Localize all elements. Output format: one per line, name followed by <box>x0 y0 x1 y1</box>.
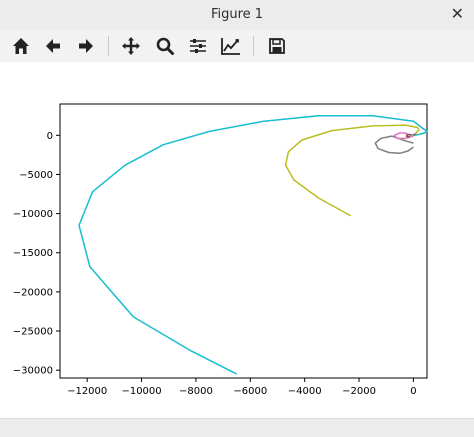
title-bar: Figure 1 ✕ <box>0 0 474 31</box>
x-tick-label: −8000 <box>179 386 213 397</box>
subplots-button[interactable] <box>185 33 211 59</box>
x-tick-label: −12000 <box>67 386 107 397</box>
toolbar-separator <box>108 36 109 56</box>
home-button[interactable] <box>8 33 34 59</box>
save-button[interactable] <box>264 33 290 59</box>
figure-canvas[interactable]: −12000 −10000 −8000 −6000 −4000 −2000 0 0 −5000… <box>0 62 474 418</box>
toolbar-separator <box>253 36 254 56</box>
x-axis: −12000 −10000 −8000 −6000 −4000 −2000 0 <box>67 378 417 397</box>
y-tick-label: −20000 <box>13 287 53 298</box>
x-tick-label: −4000 <box>288 386 322 397</box>
y-tick-label: −30000 <box>13 366 53 377</box>
move-icon <box>122 37 140 55</box>
line-chart: −12000 −10000 −8000 −6000 −4000 −2000 0 0−5000… <box>13 103 428 397</box>
magnifier-icon <box>156 37 174 55</box>
x-tick-label: −2000 <box>342 386 376 397</box>
x-tick-label: −6000 <box>233 386 267 397</box>
x-tick-label: −10000 <box>121 386 161 397</box>
edit-axis-button[interactable] <box>218 33 244 59</box>
forward-button[interactable] <box>73 33 99 59</box>
arrow-left-icon <box>46 39 60 53</box>
series-line-7 <box>413 134 416 137</box>
y-tick-label: −15000 <box>13 248 53 259</box>
y-tick-label: −10000 <box>13 209 53 220</box>
y-tick-label: −5000 <box>19 170 53 181</box>
back-button[interactable] <box>40 33 66 59</box>
status-bar <box>0 418 474 437</box>
home-icon <box>13 38 29 54</box>
y-tick-label: −25000 <box>13 327 53 338</box>
toolbar <box>0 30 474 62</box>
zoom-button[interactable] <box>152 33 178 59</box>
sliders-icon <box>190 39 206 53</box>
x-tick-label: 0 <box>410 386 416 397</box>
floppy-disk-icon <box>269 38 285 54</box>
y-tick-label: 0 <box>47 131 53 142</box>
close-icon[interactable]: ✕ <box>451 4 464 23</box>
y-axis: 0 −5000 −10000 −15000 −20000 −25000 −30000 <box>13 131 60 377</box>
window-title: Figure 1 <box>210 7 264 22</box>
pan-button[interactable] <box>118 33 144 59</box>
axes-frame <box>59 103 428 379</box>
chart-line-icon <box>221 38 240 55</box>
arrow-right-icon <box>79 39 93 53</box>
